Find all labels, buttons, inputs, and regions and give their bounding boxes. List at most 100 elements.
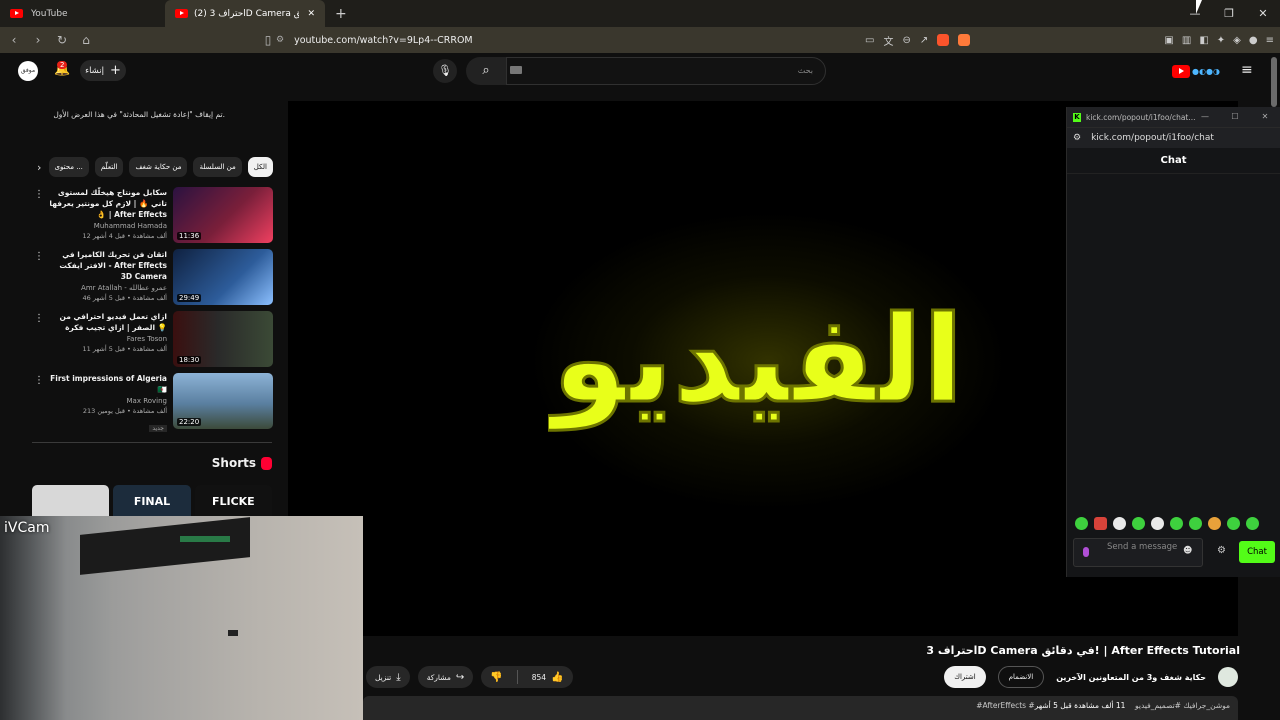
- description-box[interactable]: #AfterEffects #موشن_جرافيك #تصميم_فيديو …: [363, 696, 1238, 720]
- video-title[interactable]: ازاي تعمل فيديو احترافي من الصفر | ازاي …: [47, 311, 167, 333]
- more-options-icon[interactable]: ⋮: [34, 251, 44, 262]
- site-info-icon[interactable]: ⚙: [1073, 133, 1081, 143]
- search-input[interactable]: بحث: [506, 57, 826, 85]
- video-meta: سكابل مونتاج هيخلّك لمستوى تاني 🔥 | لازم…: [47, 187, 167, 240]
- list-item[interactable]: ⋮ First impressions of Algeria 🇩🇿 Max Ro…: [30, 373, 273, 435]
- restore-icon[interactable]: ❐: [1212, 0, 1246, 27]
- more-options-icon[interactable]: ⋮: [34, 189, 44, 200]
- video-thumbnail[interactable]: 22:20: [173, 373, 273, 429]
- emote-icon[interactable]: [1075, 517, 1088, 530]
- youtube-logo[interactable]: ●◐●◑: [1172, 63, 1234, 79]
- mic-icon[interactable]: [1083, 547, 1089, 557]
- account-avatar[interactable]: موفق: [18, 61, 38, 81]
- screenshot-icon[interactable]: ▣: [1164, 35, 1173, 46]
- webcam-label: iVCam: [4, 520, 50, 536]
- close-window-icon[interactable]: ✕: [1246, 0, 1280, 27]
- new-tab-button[interactable]: +: [335, 6, 347, 22]
- emote-icon[interactable]: [1189, 517, 1202, 530]
- cast-icon[interactable]: ▭: [865, 35, 874, 46]
- join-button[interactable]: الانضمام: [997, 666, 1045, 688]
- zoom-icon[interactable]: ⊖: [902, 35, 910, 46]
- share-icon[interactable]: ↗: [920, 35, 928, 46]
- youtube-favicon-icon: [175, 9, 188, 18]
- like-count: 854: [531, 672, 547, 682]
- list-item[interactable]: ⋮ ازاي تعمل فيديو احترافي من الصفر | ازا…: [30, 311, 273, 373]
- channel-name[interactable]: Amr Atallah - عمرو عطالله: [47, 284, 167, 292]
- forward-icon[interactable]: ›: [28, 33, 48, 47]
- send-chat-button[interactable]: Chat: [1239, 541, 1275, 563]
- video-title[interactable]: First impressions of Algeria 🇩🇿: [47, 373, 167, 395]
- emote-icon[interactable]: [1132, 517, 1145, 530]
- voice-search-icon[interactable]: 🎙: [433, 59, 457, 83]
- emote-bar: [1075, 517, 1275, 530]
- duration-badge: 18:30: [177, 356, 202, 364]
- emote-icon[interactable]: [1246, 517, 1259, 530]
- tab-current-video[interactable]: (2) احتراف 3D Camera في دقائق! ... ✕: [165, 0, 325, 27]
- close-icon[interactable]: ✕: [1250, 107, 1280, 127]
- url-text: youtube.com/watch?v=9Lp4--CRROM: [294, 34, 473, 46]
- emote-icon[interactable]: [1113, 517, 1126, 530]
- chip-series[interactable]: من السلسلة: [193, 157, 242, 177]
- screen: YouTube (2) احتراف 3D Camera في دقائق! .…: [0, 0, 1280, 720]
- home-icon[interactable]: ⌂: [76, 33, 96, 47]
- video-thumbnail[interactable]: 29:49: [173, 249, 273, 305]
- channel-name[interactable]: Fares Toson: [47, 335, 167, 343]
- channel-name[interactable]: Max Roving: [47, 397, 168, 405]
- more-options-icon[interactable]: ⋮: [34, 375, 44, 386]
- subscribe-button[interactable]: اشتراك: [944, 666, 986, 688]
- emote-icon[interactable]: [1208, 517, 1221, 530]
- brave-shields-icon[interactable]: [937, 34, 950, 46]
- page-scrollbar[interactable]: [1271, 57, 1277, 107]
- chip-content[interactable]: محتوى ...: [48, 157, 89, 177]
- emote-icon[interactable]: [1151, 517, 1164, 530]
- like-button[interactable]: 854 👍: [523, 666, 573, 688]
- youtube-favicon-icon: [10, 9, 23, 18]
- translate-icon[interactable]: 文: [883, 33, 893, 48]
- sidebar-icon[interactable]: ▥: [1182, 35, 1191, 46]
- bookmark-icon[interactable]: ▯: [258, 33, 278, 47]
- kick-url-text[interactable]: kick.com/popout/i1foo/chat: [1091, 133, 1214, 143]
- vpn-icon[interactable]: ◈: [1233, 35, 1241, 46]
- browser-menu-icon[interactable]: ≡: [1266, 35, 1274, 46]
- dislike-button[interactable]: 👎: [481, 666, 511, 688]
- chevron-right-icon[interactable]: ›: [36, 161, 43, 174]
- channel-name[interactable]: Muhammad Hamada: [47, 222, 167, 230]
- list-item[interactable]: ⋮ سكابل مونتاج هيخلّك لمستوى تاني 🔥 | لا…: [30, 187, 273, 249]
- reload-icon[interactable]: ↻: [52, 33, 72, 47]
- minimize-icon[interactable]: —: [1190, 107, 1220, 127]
- extension-icon[interactable]: ●: [1249, 35, 1258, 46]
- video-title[interactable]: اتقان فن تحريك الكاميرا في الافتر ايفكت …: [47, 249, 167, 282]
- chip-all[interactable]: الكل: [247, 157, 273, 177]
- search-button[interactable]: ⌕: [466, 57, 506, 85]
- channel-name[interactable]: حكاية شغف و3 من المتعاونين الآخرين: [1056, 673, 1206, 682]
- download-button[interactable]: تنزيل ⤓: [366, 666, 410, 688]
- share-button[interactable]: مشاركة ↪: [417, 666, 474, 688]
- list-item[interactable]: ⋮ اتقان فن تحريك الكاميرا في الافتر ايفك…: [30, 249, 273, 311]
- brave-rewards-icon[interactable]: [958, 34, 971, 46]
- gear-icon[interactable]: ⚙: [1217, 545, 1226, 556]
- maximize-icon[interactable]: ☐: [1220, 107, 1250, 127]
- site-info-icon[interactable]: ⚙: [276, 35, 284, 45]
- wallet-icon[interactable]: ◧: [1199, 35, 1208, 46]
- keyboard-icon[interactable]: [510, 66, 522, 74]
- back-icon[interactable]: ‹: [4, 33, 24, 47]
- share-label: مشاركة: [426, 672, 451, 682]
- minimize-icon[interactable]: —: [1178, 0, 1212, 27]
- video-title[interactable]: سكابل مونتاج هيخلّك لمستوى تاني 🔥 | لازم…: [47, 187, 167, 220]
- video-thumbnail[interactable]: 11:36: [173, 187, 273, 243]
- emoji-icon[interactable]: ☻: [1183, 546, 1192, 556]
- chip-learning[interactable]: التعلّم: [94, 157, 124, 177]
- emote-icon[interactable]: [1170, 517, 1183, 530]
- emote-icon[interactable]: [1227, 517, 1240, 530]
- create-button[interactable]: إنشاء +: [80, 60, 126, 81]
- tab-youtube[interactable]: YouTube: [0, 0, 165, 27]
- leo-icon[interactable]: ✦: [1217, 35, 1225, 46]
- download-label: تنزيل: [375, 672, 392, 682]
- video-thumbnail[interactable]: 18:30: [173, 311, 273, 367]
- channel-avatar[interactable]: [1218, 667, 1238, 687]
- more-options-icon[interactable]: ⋮: [34, 313, 44, 324]
- chip-channel[interactable]: من حكاية شغف: [129, 157, 188, 177]
- guide-menu-icon[interactable]: ≡: [1241, 62, 1253, 78]
- close-tab-icon[interactable]: ✕: [307, 9, 315, 19]
- emote-icon[interactable]: [1094, 517, 1107, 530]
